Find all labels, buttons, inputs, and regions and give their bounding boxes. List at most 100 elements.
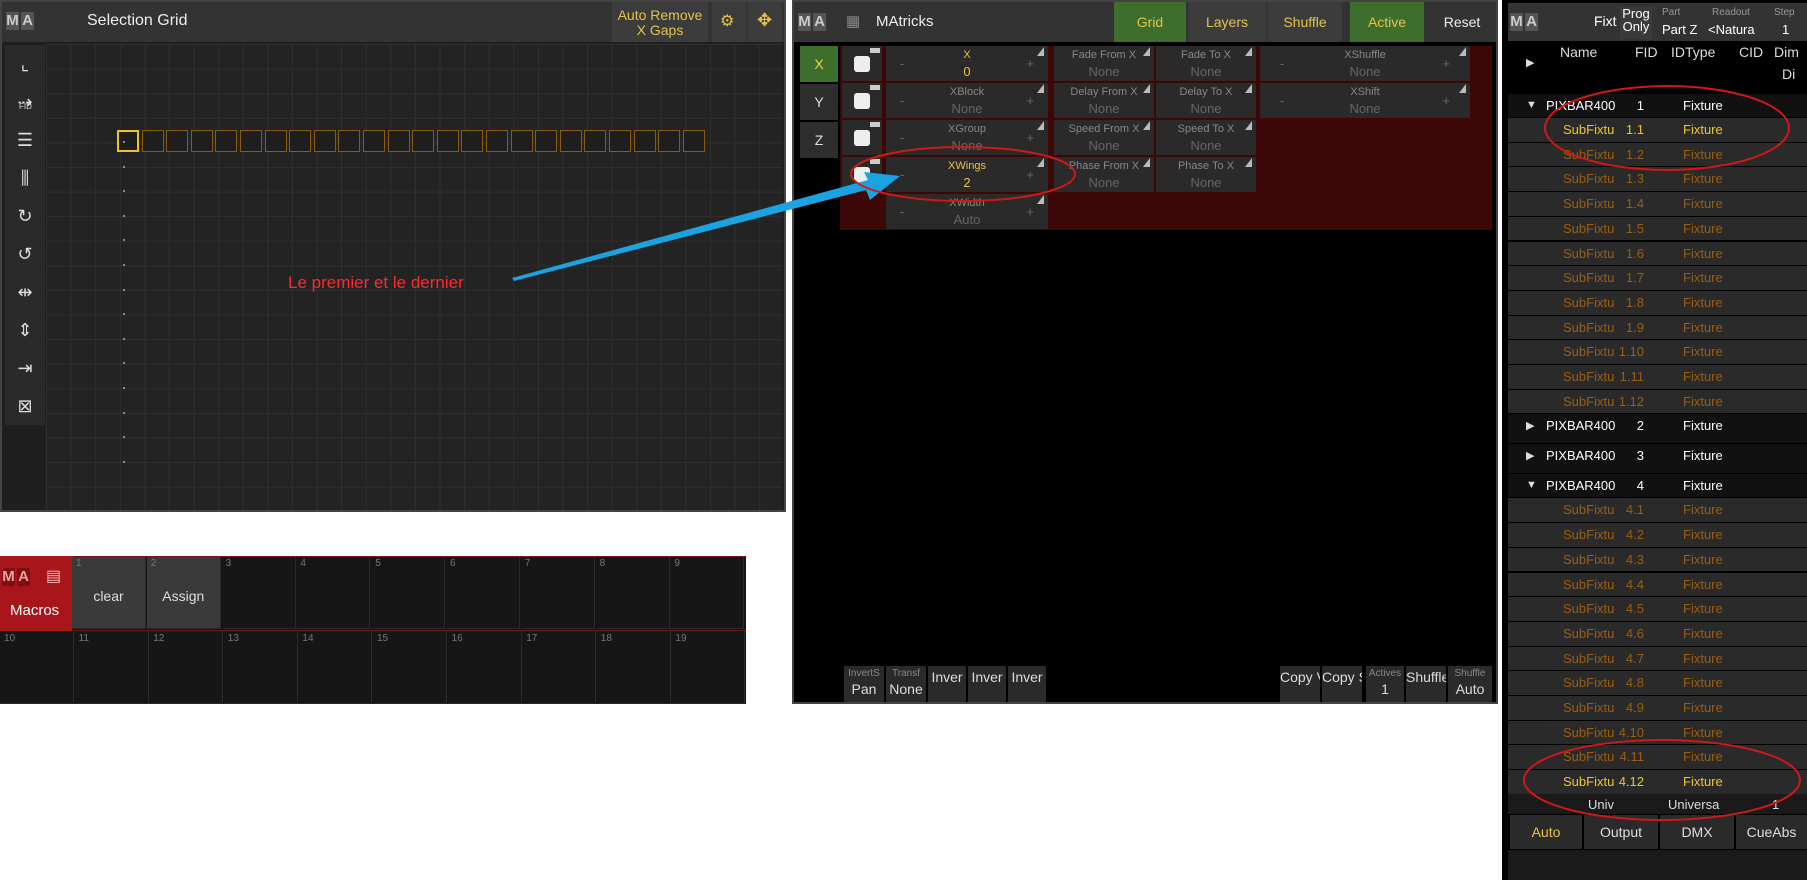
matricks-fade-field[interactable]: Delay To X None xyxy=(1156,83,1256,118)
macro-slot[interactable]: 2 Assign xyxy=(146,556,221,629)
matricks-bottom-button[interactable]: Inver xyxy=(1008,666,1046,702)
column-fid[interactable]: FID xyxy=(1635,44,1658,60)
subfixture-row[interactable]: SubFixtu 1.6 Fixture xyxy=(1508,241,1807,266)
grid-cell[interactable] xyxy=(166,130,189,152)
subfixture-row[interactable]: SubFixtu 4.7 Fixture xyxy=(1508,646,1807,671)
grid-cell[interactable] xyxy=(486,130,508,152)
macro-slot[interactable]: 13 xyxy=(223,631,298,704)
subfixture-row[interactable]: SubFixtu 1.3 Fixture xyxy=(1508,167,1807,192)
move-button[interactable]: ✥ xyxy=(748,2,782,42)
matricks-bottom-button[interactable]: Shuffle xyxy=(1406,666,1446,702)
subfixture-row[interactable]: SubFixtu 4.9 Fixture xyxy=(1508,696,1807,720)
macro-slot[interactable]: 19 xyxy=(671,631,746,704)
macros-header[interactable]: MA ▤ Macros xyxy=(0,556,72,631)
expand-icon[interactable]: ▶ xyxy=(1526,449,1534,462)
subfixture-row[interactable]: SubFixtu 1.7 Fixture xyxy=(1508,266,1807,290)
collapse-icon[interactable]: ▼ xyxy=(1526,99,1537,111)
subfixture-row[interactable]: SubFixtu 4.2 Fixture xyxy=(1508,523,1807,547)
subfixture-row[interactable]: SubFixtu 1.4 Fixture xyxy=(1508,192,1807,216)
rotate-cw-button[interactable]: ↻ xyxy=(5,197,45,235)
fixture-row[interactable]: ▼ PIXBAR400 4 Fixture xyxy=(1508,474,1807,498)
subfixture-row[interactable]: SubFixtu 1.11 Fixture xyxy=(1508,365,1807,389)
auto-button[interactable]: Auto xyxy=(1510,815,1582,849)
grid-cell[interactable] xyxy=(363,130,385,152)
matricks-link-button[interactable] xyxy=(842,83,882,118)
fixture-row[interactable]: ▼ PIXBAR400 1 Fixture xyxy=(1508,94,1807,117)
matricks-link-button[interactable] xyxy=(842,46,882,81)
macro-slot[interactable]: 9 xyxy=(670,556,745,629)
subfixture-row[interactable]: SubFixtu 1.8 Fixture xyxy=(1508,290,1807,315)
column-name[interactable]: Name xyxy=(1560,44,1597,60)
grid-cell[interactable] xyxy=(461,130,484,152)
grid-cell[interactable] xyxy=(510,130,533,152)
macro-slot[interactable]: 7 xyxy=(520,556,595,629)
fixture-sheet-button[interactable]: ⚙ xyxy=(712,2,746,42)
macro-slot[interactable]: 8 xyxy=(595,556,670,629)
matricks-link-button[interactable] xyxy=(842,157,882,192)
matricks-fade-field[interactable]: Phase From X None xyxy=(1054,157,1154,192)
cueabs-button[interactable]: CueAbs xyxy=(1736,815,1807,849)
tab-active[interactable]: Active xyxy=(1350,2,1424,42)
subfixture-row[interactable]: SubFixtu 1.9 Fixture xyxy=(1508,315,1807,340)
subfixture-row[interactable]: SubFixtu 4.11 Fixture xyxy=(1508,745,1807,770)
matricks-field-xgroup[interactable]: - + XGroup None xyxy=(886,120,1048,155)
prog-only-button[interactable]: Prog Only xyxy=(1620,7,1652,39)
matricks-fade-field[interactable]: Speed From X None xyxy=(1054,120,1154,155)
fixture-row[interactable]: ▶ PIXBAR400 2 Fixture xyxy=(1508,414,1807,444)
matricks-link-button[interactable] xyxy=(842,120,882,155)
matricks-field-xblock[interactable]: - + XBlock None xyxy=(886,83,1048,118)
macro-slot[interactable]: 14 xyxy=(298,631,373,704)
macro-slot[interactable]: 1 clear xyxy=(72,556,146,629)
grid-cell[interactable] xyxy=(559,130,582,152)
subfixture-row[interactable]: SubFixtu 1.12 Fixture xyxy=(1508,389,1807,414)
grid-cell[interactable] xyxy=(535,130,558,152)
subfixture-row[interactable]: SubFixtu 4.3 Fixture xyxy=(1508,547,1807,572)
grid-cell[interactable] xyxy=(633,130,656,152)
rotate-ccw-button[interactable]: ↺ xyxy=(5,235,45,273)
macro-slot[interactable]: 17 xyxy=(522,631,597,704)
macro-slot[interactable]: 12 xyxy=(149,631,224,704)
column-dim[interactable]: Dim xyxy=(1774,44,1799,60)
column-idtype[interactable]: IDType xyxy=(1671,44,1715,60)
grid-cell[interactable] xyxy=(682,130,705,152)
subfixture-row[interactable]: SubFixtu 4.5 Fixture xyxy=(1508,597,1807,621)
grid-cell[interactable] xyxy=(313,130,336,152)
grid-cell[interactable] xyxy=(289,130,312,152)
macro-slot[interactable]: 16 xyxy=(447,631,522,704)
expand-icon[interactable]: ▶ xyxy=(1526,419,1534,432)
grid-cell[interactable] xyxy=(584,130,607,152)
macro-slot[interactable]: 4 xyxy=(296,556,371,629)
matricks-fade-field[interactable]: Fade To X None xyxy=(1156,46,1256,81)
subfixture-row[interactable]: SubFixtu 1.5 Fixture xyxy=(1508,216,1807,241)
output-button[interactable]: Output xyxy=(1584,815,1658,849)
matricks-fade-field[interactable]: Fade From X None xyxy=(1054,46,1154,81)
mirror-v-button[interactable]: ⇕ xyxy=(5,311,45,349)
tab-grid[interactable]: Grid xyxy=(1114,2,1186,42)
column-di[interactable]: Di xyxy=(1782,66,1795,82)
grid-cell[interactable] xyxy=(240,130,262,152)
subfixture-row[interactable]: SubFixtu 4.6 Fixture xyxy=(1508,621,1807,646)
macro-slot[interactable]: 18 xyxy=(596,631,671,704)
matricks-bottom-button[interactable]: Actives 1 xyxy=(1366,666,1404,702)
matricks-bottom-button[interactable]: Copy Sel xyxy=(1322,666,1362,702)
grid-cell[interactable] xyxy=(412,130,435,152)
step-value[interactable]: 1 xyxy=(1782,22,1789,37)
select-tool-button[interactable]: ⌞ xyxy=(5,45,45,83)
grid-cell[interactable] xyxy=(141,130,164,152)
grid-cell[interactable] xyxy=(117,130,139,152)
subfixture-row[interactable]: SubFixtu 4.12 Fixture xyxy=(1508,770,1807,794)
dmx-button[interactable]: DMX xyxy=(1660,815,1734,849)
columns-button[interactable]: ⫼ xyxy=(5,159,45,197)
subfixture-row[interactable]: SubFixtu 4.4 Fixture xyxy=(1508,572,1807,597)
matricks-xshift-field[interactable]: - + XShift None xyxy=(1260,83,1470,118)
matricks-fade-field[interactable]: Delay From X None xyxy=(1054,83,1154,118)
auto-remove-gaps-button[interactable]: Auto Remove X Gaps xyxy=(612,2,708,42)
matricks-bottom-button[interactable]: Transf None xyxy=(886,666,926,702)
subfixture-row[interactable]: SubFixtu 1.1 Fixture xyxy=(1508,118,1807,142)
macro-slot[interactable]: 3 xyxy=(221,556,296,629)
matricks-field-xwidth[interactable]: - + XWidth Auto xyxy=(886,194,1048,229)
subfixture-row[interactable]: SubFixtu 1.10 Fixture xyxy=(1508,340,1807,364)
reset-button[interactable]: Reset xyxy=(1428,2,1496,42)
subfixture-row[interactable]: SubFixtu 4.1 Fixture xyxy=(1508,498,1807,523)
matricks-xshuffle-field[interactable]: - + XShuffle None xyxy=(1260,46,1470,81)
